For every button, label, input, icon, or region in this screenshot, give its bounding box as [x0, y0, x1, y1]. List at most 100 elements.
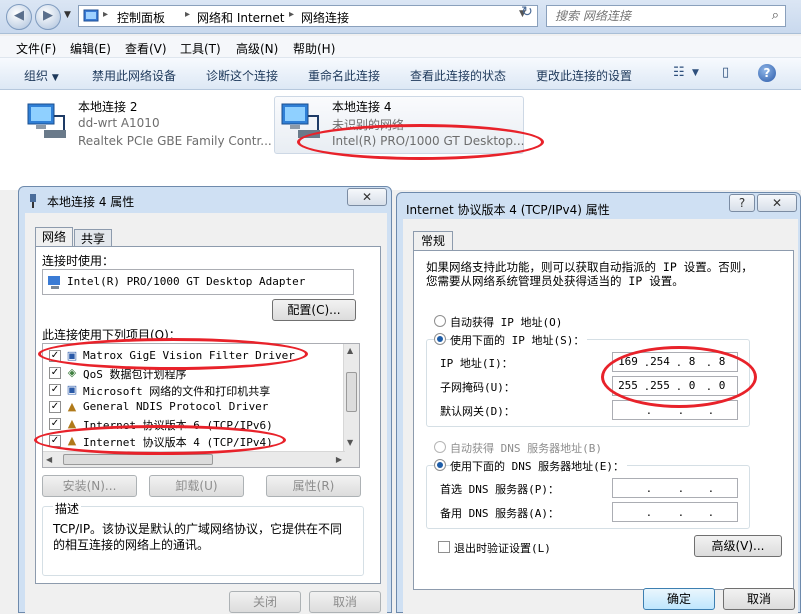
properties-button[interactable]: 属性(R)	[266, 475, 361, 497]
tab-network[interactable]: 网络	[35, 227, 73, 247]
scroll-down-icon[interactable]: ▼	[347, 438, 353, 447]
install-button[interactable]: 安装(N)...	[42, 475, 137, 497]
tab-general[interactable]: 常规	[413, 231, 453, 251]
ip-octet-1: 169	[618, 355, 638, 368]
back-button[interactable]: ◀	[6, 4, 32, 30]
use-dns-radio[interactable]	[434, 459, 446, 471]
scrollbar-thumb[interactable]	[63, 454, 213, 465]
validate-label[interactable]: 退出时验证设置(L)	[454, 540, 551, 556]
ok-button[interactable]: 确定	[643, 588, 715, 610]
connection-name: 本地连接 2	[78, 100, 138, 114]
alternate-dns-field[interactable]: ...	[612, 502, 738, 522]
item-checkbox[interactable]: ✓	[49, 435, 61, 447]
menu-view[interactable]: 查看(V)	[125, 40, 167, 57]
use-ip-radio[interactable]	[434, 333, 446, 345]
connection-item-1[interactable]: 本地连接 2 dd-wrt A1010 Realtek PCIe GBE Fam…	[24, 98, 272, 154]
dialog-body: 网络 共享 连接时使用： Intel(R) PRO/1000 GT Deskto…	[25, 213, 387, 614]
item-checkbox[interactable]: ✓	[49, 418, 61, 430]
use-dns-label[interactable]: 使用下面的 DNS 服务器地址(E)：	[450, 458, 627, 474]
gateway-field[interactable]: ...	[612, 400, 738, 420]
auto-dns-label[interactable]: 自动获得 DNS 服务器地址(B)	[450, 440, 602, 456]
cancel-button[interactable]: 取消	[309, 591, 381, 613]
rename-button[interactable]: 重命名此连接	[308, 67, 380, 84]
recent-pages-dropdown-icon[interactable]: ▼	[64, 10, 71, 20]
scrollbar-thumb[interactable]	[346, 372, 357, 412]
connection-properties-dialog: 本地连接 4 属性 ✕ 网络 共享 连接时使用： Intel(R) PRO/10…	[18, 186, 392, 614]
advanced-button[interactable]: 高级(V)...	[694, 535, 782, 557]
items-label: 此连接使用下列项目(O)：	[42, 328, 181, 342]
ip-octet-3: 8	[688, 355, 696, 368]
auto-ip-label[interactable]: 自动获得 IP 地址(O)	[450, 314, 562, 330]
network-adapter-icon	[281, 103, 320, 138]
item-checkbox[interactable]: ✓	[49, 401, 61, 413]
scroll-right-icon[interactable]: ▶	[336, 455, 342, 464]
command-bar: 组织 ▼ 禁用此网络设备 诊断这个连接 重命名此连接 查看此连接的状态 更改此连…	[0, 58, 801, 90]
connection-item-2[interactable]: 本地连接 4 未识别的网络 Intel(R) PRO/1000 GT Deskt…	[278, 98, 525, 154]
close-icon[interactable]: ✕	[757, 194, 797, 212]
close-icon[interactable]: ✕	[347, 188, 387, 206]
organize-button[interactable]: 组织 ▼	[24, 67, 59, 84]
close-button[interactable]: 关闭	[229, 591, 301, 613]
forward-arrow-icon: ▶	[43, 8, 53, 23]
horizontal-scrollbar[interactable]: ◀ ▶	[43, 451, 345, 467]
item-label: Matrox GigE Vision Filter Driver	[83, 349, 295, 362]
view-dropdown-icon[interactable]: ▼	[692, 68, 699, 78]
protocol-icon: ▲	[67, 400, 77, 413]
search-icon[interactable]: ⌕	[772, 8, 779, 23]
gateway-label: 默认网关(D)：	[440, 405, 515, 418]
menu-tools[interactable]: 工具(T)	[180, 40, 221, 57]
item-checkbox[interactable]: ✓	[49, 350, 61, 362]
breadcrumb-network-connections[interactable]: 网络连接	[301, 9, 349, 26]
cancel-button[interactable]: 取消	[723, 588, 795, 610]
alternate-dns-label: 备用 DNS 服务器(A)：	[440, 507, 559, 520]
scroll-up-icon[interactable]: ▲	[347, 346, 353, 355]
search-box[interactable]: ⌕	[546, 5, 786, 27]
validate-checkbox[interactable]	[438, 541, 450, 553]
menu-file[interactable]: 文件(F)	[16, 40, 56, 57]
ip-octet-4: 8	[718, 355, 726, 368]
item-label: Internet 协议版本 4 (TCP/IPv4)	[83, 436, 273, 449]
description-label: 描述	[53, 500, 82, 517]
item-checkbox[interactable]: ✓	[49, 384, 61, 396]
forward-button[interactable]: ▶	[35, 4, 61, 30]
menu-edit[interactable]: 编辑(E)	[70, 40, 111, 57]
subnet-mask-field[interactable]: 255. 255. 0. 0	[612, 376, 738, 396]
preview-pane-icon[interactable]: ▯	[722, 65, 729, 80]
search-input[interactable]	[547, 6, 757, 26]
disable-device-button[interactable]: 禁用此网络设备	[92, 67, 176, 84]
network-adapter-icon	[48, 276, 60, 289]
view-status-button[interactable]: 查看此连接的状态	[410, 67, 506, 84]
item-checkbox[interactable]: ✓	[49, 367, 61, 379]
auto-dns-radio[interactable]	[434, 441, 446, 453]
breadcrumb-network-internet[interactable]: 网络和 Internet	[197, 9, 284, 26]
menu-help[interactable]: 帮助(H)	[293, 40, 335, 57]
tab-sharing[interactable]: 共享	[74, 229, 112, 247]
configure-button[interactable]: 配置(C)...	[272, 299, 356, 321]
protocol-icon: ▲	[67, 417, 77, 430]
dialog-title: 本地连接 4 属性	[47, 195, 135, 209]
connection-device: Realtek PCIe GBE Family Contr...	[78, 134, 272, 148]
breadcrumb[interactable]: ▸ 控制面板 ▸ 网络和 Internet ▸ 网络连接 ▼	[78, 5, 538, 27]
uninstall-button[interactable]: 卸载(U)	[149, 475, 244, 497]
help-icon[interactable]: ?	[758, 64, 776, 82]
help-button[interactable]: ?	[729, 194, 755, 212]
items-list[interactable]: ✓ ▣ Matrox GigE Vision Filter Driver ✓ ◈ QoS …	[42, 343, 360, 468]
scroll-left-icon[interactable]: ◀	[46, 455, 52, 464]
change-settings-button[interactable]: 更改此连接的设置	[536, 67, 632, 84]
connection-device: Intel(R) PRO/1000 GT Desktop...	[332, 134, 525, 148]
preferred-dns-field[interactable]: ...	[612, 478, 738, 498]
use-ip-label[interactable]: 使用下面的 IP 地址(S)：	[450, 332, 588, 348]
ip-address-field[interactable]: 169. 254. 8. 8	[612, 352, 738, 372]
menu-advanced[interactable]: 高级(N)	[236, 40, 278, 57]
view-options-icon[interactable]: ☷	[673, 65, 685, 80]
refresh-icon[interactable]: ↻	[516, 4, 538, 24]
breadcrumb-control-panel[interactable]: 控制面板	[117, 9, 165, 26]
menu-bar: 文件(F) 编辑(E) 查看(V) 工具(T) 高级(N) 帮助(H)	[0, 36, 801, 58]
diagnose-button[interactable]: 诊断这个连接	[206, 67, 278, 84]
dialog-title: Internet 协议版本 4 (TCP/IPv4) 属性	[406, 203, 610, 217]
mask-octet-4: 0	[718, 379, 726, 392]
auto-ip-radio[interactable]	[434, 315, 446, 327]
preferred-dns-label: 首选 DNS 服务器(P)：	[440, 483, 559, 496]
vertical-scrollbar[interactable]: ▲ ▼	[343, 344, 359, 467]
network-plug-icon	[30, 194, 36, 208]
